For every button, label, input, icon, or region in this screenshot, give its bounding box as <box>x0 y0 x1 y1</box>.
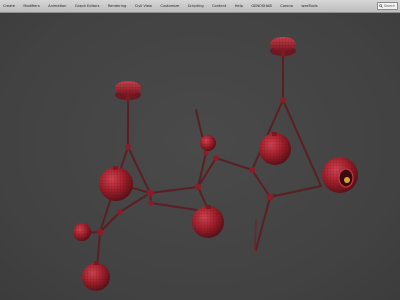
search-icon <box>379 4 383 8</box>
menu-rendering[interactable]: Rendering <box>108 0 126 13</box>
globe-right <box>259 133 291 165</box>
menu-bar: Create Modifiers Animation Graph Editors… <box>0 0 400 13</box>
menu-graph-editors[interactable]: Graph Editors <box>75 0 100 13</box>
search-input[interactable]: Search <box>377 2 398 10</box>
viewport-canvas <box>73 37 358 291</box>
ceiling-canopy-left <box>115 81 141 101</box>
ceiling-canopy-right <box>270 37 296 57</box>
menu-help[interactable]: Help <box>235 0 243 13</box>
search-label: Search <box>384 4 395 8</box>
menu-weetools[interactable]: weeTools <box>301 0 317 13</box>
menu-content[interactable]: Content <box>212 0 226 13</box>
menu-civil-view[interactable]: Civil View <box>135 0 152 13</box>
globe-bottom-left <box>82 263 110 291</box>
menu-corona[interactable]: Corona <box>280 0 293 13</box>
globe-center <box>192 206 224 238</box>
globe-small-top <box>200 135 216 151</box>
spike-rods <box>254 219 257 251</box>
menu-create[interactable]: Create <box>3 0 15 13</box>
menu-customize[interactable]: Customize <box>160 0 179 13</box>
menu-scripting[interactable]: Scripting <box>188 0 204 13</box>
perspective-viewport[interactable] <box>0 13 400 300</box>
menu-animation[interactable]: Animation <box>48 0 66 13</box>
globe-small-left <box>73 223 91 241</box>
menu-genoshab[interactable]: GENOSHAB <box>251 0 271 13</box>
rod-joints <box>96 97 286 236</box>
globe-far-right-open <box>322 157 358 193</box>
menu-items: Create Modifiers Animation Graph Editors… <box>0 0 323 13</box>
menu-modifiers[interactable]: Modifiers <box>23 0 39 13</box>
globe-left-mid <box>99 167 133 201</box>
